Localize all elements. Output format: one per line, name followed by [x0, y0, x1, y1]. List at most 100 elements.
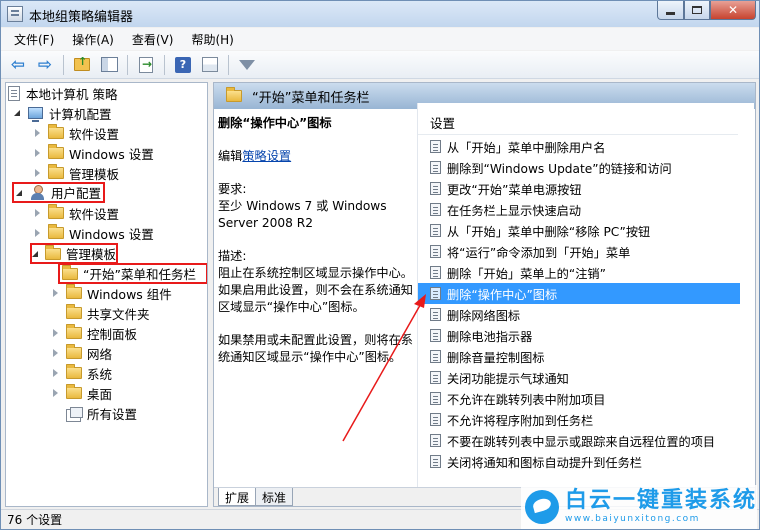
- requirements-label: 要求:: [218, 182, 247, 196]
- tree-item-computer-config[interactable]: 计算机配置: [12, 103, 112, 123]
- close-button[interactable]: ✕: [710, 1, 756, 20]
- help-button[interactable]: ?: [172, 54, 194, 76]
- tree-item-control-panel[interactable]: 控制面板: [50, 323, 137, 343]
- expand-toggle[interactable]: [12, 107, 22, 119]
- tab-extended[interactable]: 扩展: [218, 488, 257, 506]
- folder-up-icon: [74, 55, 90, 71]
- setting-icon: [430, 161, 441, 174]
- tree-item-root[interactable]: 本地计算机 策略: [8, 83, 117, 103]
- menu-action[interactable]: 操作(A): [63, 29, 123, 50]
- all-settings-icon: [66, 406, 83, 422]
- tab-standard[interactable]: 标准: [255, 488, 294, 506]
- expand-toggle[interactable]: [50, 327, 60, 339]
- requirements-block: 要求: 至少 Windows 7 或 Windows Server 2008 R…: [218, 181, 414, 232]
- setting-row[interactable]: 关闭功能提示气球通知: [418, 367, 740, 388]
- expand-toggle[interactable]: [50, 387, 60, 399]
- filter-button[interactable]: [236, 54, 258, 76]
- tree-item-uc-windows[interactable]: Windows 设置: [32, 223, 154, 243]
- menu-view[interactable]: 查看(V): [123, 29, 183, 50]
- setting-icon: [430, 266, 441, 279]
- toolbar-separator: [127, 54, 128, 75]
- setting-row[interactable]: 从「开始」菜单中删除“移除 PC”按钮: [418, 220, 740, 241]
- menu-help[interactable]: 帮助(H): [182, 29, 242, 50]
- tree-item-label: Windows 设置: [69, 146, 154, 162]
- details-header-title: “开始”菜单和任务栏: [252, 90, 370, 106]
- tree-item-network[interactable]: 网络: [50, 343, 112, 363]
- setting-row[interactable]: 不要在跳转列表中显示或跟踪来自远程位置的项目: [418, 430, 740, 451]
- setting-row[interactable]: 从「开始」菜单中删除用户名: [418, 136, 740, 157]
- tree-item-uc-software[interactable]: 软件设置: [32, 203, 119, 223]
- tree-item-cc-windows[interactable]: Windows 设置: [32, 143, 154, 163]
- window-title: 本地组策略编辑器: [29, 10, 134, 25]
- extended-description: 删除“操作中心”图标 编辑策略设置 要求: 至少 Windows 7 或 Win…: [218, 115, 414, 382]
- setting-label: 不允许在跳转列表中附加项目: [447, 392, 606, 407]
- setting-row[interactable]: 删除电池指示器: [418, 325, 740, 346]
- watermark-text: 白云一键重装系统 www.baiyunxitong.com: [565, 490, 757, 524]
- settings-list-body: 从「开始」菜单中删除用户名 删除到“Windows Update”的链接和访问 …: [418, 136, 740, 487]
- column-header-setting[interactable]: 设置: [418, 111, 738, 135]
- tree-item-system[interactable]: 系统: [50, 363, 112, 383]
- menu-bar: 文件(F) 操作(A) 查看(V) 帮助(H): [1, 28, 759, 50]
- tree-item-label: 软件设置: [69, 126, 120, 142]
- expand-toggle[interactable]: [32, 127, 42, 139]
- expand-toggle[interactable]: [32, 147, 42, 159]
- expand-toggle[interactable]: [50, 287, 60, 299]
- setting-icon: [430, 413, 441, 426]
- setting-row-selected[interactable]: 删除“操作中心”图标: [418, 283, 740, 304]
- setting-row[interactable]: 删除音量控制图标: [418, 346, 740, 367]
- expand-toggle[interactable]: [32, 167, 42, 179]
- minimize-icon: [666, 11, 675, 15]
- expand-toggle[interactable]: [32, 227, 42, 239]
- setting-row[interactable]: 不允许将程序附加到任务栏: [418, 409, 740, 430]
- setting-icon: [430, 371, 441, 384]
- setting-label: 删除电池指示器: [447, 329, 533, 344]
- setting-row[interactable]: 更改“开始”菜单电源按钮: [418, 178, 740, 199]
- forward-icon[interactable]: ⇨: [34, 54, 56, 76]
- tree-item-label: 控制面板: [87, 326, 138, 342]
- show-hide-tree-button[interactable]: [98, 54, 120, 76]
- expand-toggle[interactable]: [14, 187, 24, 199]
- setting-row[interactable]: 将“运行”命令添加到「开始」菜单: [418, 241, 740, 262]
- status-text: 76 个设置: [7, 513, 63, 527]
- tree-item-label: 软件设置: [69, 206, 120, 222]
- setting-label: 从「开始」菜单中删除“移除 PC”按钮: [447, 224, 651, 239]
- expand-toggle[interactable]: [50, 347, 60, 359]
- tree-item-shared-folders[interactable]: 共享文件夹: [66, 303, 150, 323]
- expand-toggle[interactable]: [32, 207, 42, 219]
- export-list-button[interactable]: [135, 54, 157, 76]
- expand-toggle[interactable]: [50, 367, 60, 379]
- folder-icon: [66, 284, 82, 299]
- setting-icon: [430, 245, 441, 258]
- tree-item-desktop[interactable]: 桌面: [50, 383, 112, 403]
- setting-icon: [430, 392, 441, 405]
- edit-policy-link[interactable]: 策略设置: [242, 149, 291, 163]
- title-bar[interactable]: 本地组策略编辑器 ✕: [1, 1, 759, 27]
- setting-label: 删除网络图标: [447, 308, 521, 323]
- watermark-url: www.baiyunxitong.com: [565, 514, 700, 524]
- setting-label: 删除「开始」菜单上的“注销”: [447, 266, 606, 281]
- tree-item-uc-admin[interactable]: 管理模板: [30, 243, 118, 264]
- up-folder-button[interactable]: [71, 54, 93, 76]
- minimize-button[interactable]: [657, 1, 684, 20]
- menu-file[interactable]: 文件(F): [5, 29, 63, 50]
- setting-icon: [430, 203, 441, 216]
- expand-toggle[interactable]: [32, 248, 39, 260]
- help-icon: ?: [175, 56, 191, 73]
- setting-icon: [430, 308, 441, 321]
- tree-item-user-config[interactable]: 用户配置: [12, 182, 105, 203]
- setting-row[interactable]: 删除到“Windows Update”的链接和访问: [418, 157, 740, 178]
- tree-item-windows-components[interactable]: Windows 组件: [50, 283, 172, 303]
- back-icon[interactable]: ⇦: [7, 54, 29, 76]
- tree-item-cc-admin[interactable]: 管理模板: [32, 163, 119, 183]
- setting-row[interactable]: 在任务栏上显示快速启动: [418, 199, 740, 220]
- tree-item-cc-software[interactable]: 软件设置: [32, 123, 119, 143]
- view-button[interactable]: [199, 54, 221, 76]
- tree-item-start-taskbar[interactable]: “开始”菜单和任务栏: [58, 263, 207, 284]
- tree-item-all-settings[interactable]: 所有设置: [66, 403, 137, 423]
- setting-row[interactable]: 删除「开始」菜单上的“注销”: [418, 262, 740, 283]
- setting-row[interactable]: 删除网络图标: [418, 304, 740, 325]
- maximize-button[interactable]: [684, 1, 710, 20]
- setting-label: 关闭将通知和图标自动提升到任务栏: [447, 455, 642, 470]
- setting-row[interactable]: 不允许在跳转列表中附加项目: [418, 388, 740, 409]
- setting-row[interactable]: 关闭将通知和图标自动提升到任务栏: [418, 451, 740, 472]
